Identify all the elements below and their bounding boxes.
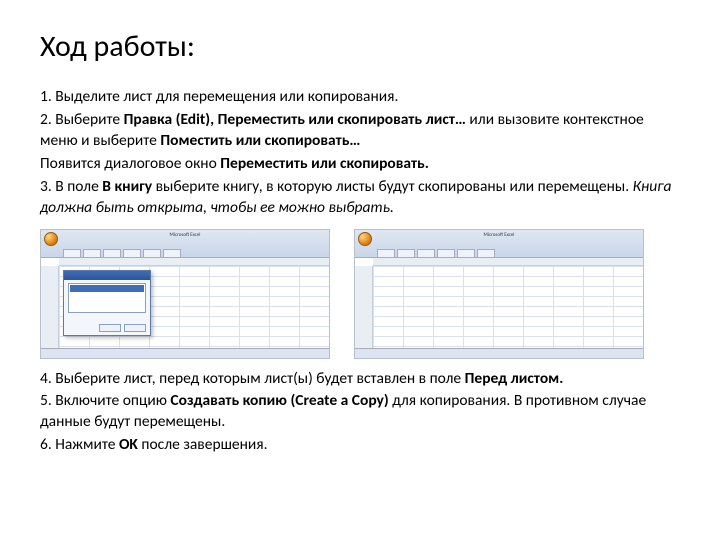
- page-title: Ход работы:: [40, 28, 680, 65]
- t: выберите книгу, в которую листы будут ск…: [152, 177, 633, 196]
- t: OK: [119, 435, 138, 454]
- step-5: 5. Включите опцию Создавать копию (Creat…: [40, 391, 680, 433]
- t: Правка (Edit), Переместить или скопирова…: [124, 110, 466, 129]
- t: Переместить или скопировать.: [220, 154, 429, 173]
- t: после завершения.: [138, 435, 268, 454]
- t: 3. В поле: [40, 177, 102, 196]
- window-title: Microsoft Excel: [484, 232, 515, 238]
- step-3: 3. В поле В книгу выберите книгу, в кото…: [40, 177, 680, 219]
- excel-screenshot-2: Microsoft Excel: [354, 229, 644, 359]
- step-1: 1. Выделите лист для перемещения или коп…: [40, 87, 680, 108]
- t: Создавать копию (Create a Copy): [170, 391, 388, 410]
- step-4: 4. Выберите лист, перед которым лист(ы) …: [40, 369, 680, 390]
- t: Появится диалоговое окно: [40, 154, 220, 173]
- step-2: 2. Выберите Правка (Edit), Переместить и…: [40, 110, 680, 152]
- window-title: Microsoft Excel: [170, 232, 201, 238]
- t: 2. Выберите: [40, 110, 124, 129]
- t: 6. Нажмите: [40, 435, 119, 454]
- screenshot-row: Microsoft Excel Microsoft Excel: [40, 229, 680, 359]
- t: В книгу: [102, 177, 152, 196]
- t: Поместить или скопировать…: [160, 131, 360, 150]
- step-6: 6. Нажмите OK после завершения.: [40, 435, 680, 456]
- step-2b: Появится диалоговое окно Переместить или…: [40, 154, 680, 175]
- move-copy-dialog: [63, 270, 151, 336]
- office-orb-icon: [44, 232, 58, 246]
- t: 4. Выберите лист, перед которым лист(ы) …: [40, 369, 465, 388]
- excel-screenshot-1: Microsoft Excel: [40, 229, 330, 359]
- t: Перед листом.: [465, 369, 564, 388]
- office-orb-icon: [358, 232, 372, 246]
- t: 5. Включите опцию: [40, 391, 170, 410]
